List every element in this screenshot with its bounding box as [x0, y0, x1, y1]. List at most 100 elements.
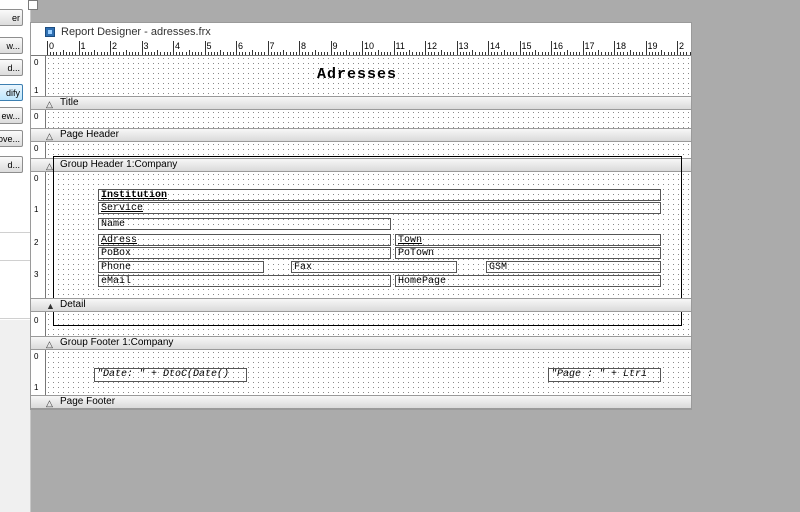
- ruler-tick: [308, 52, 310, 55]
- divider: [0, 260, 30, 261]
- ruler-tick: [402, 52, 404, 55]
- ruler-tick: [106, 52, 108, 55]
- band-bar-group-footer[interactable]: △ Group Footer 1:Company: [31, 336, 691, 350]
- ruler-mark: 4: [175, 41, 181, 51]
- side-button-7[interactable]: d...: [0, 156, 23, 173]
- ruler-tick: [576, 52, 578, 55]
- ruler-tick: [447, 52, 449, 55]
- toolbar-toggle[interactable]: [28, 0, 38, 10]
- ruler-tick: [276, 52, 278, 55]
- side-button-6[interactable]: ove...: [0, 130, 23, 147]
- ruler-tick: [201, 52, 203, 55]
- group-header-area: 0 1 2 3 Institution Service Name Adress …: [31, 156, 691, 314]
- vertical-ruler: 0: [31, 312, 46, 338]
- ruler-tick: [393, 41, 395, 55]
- ruler-tick: [604, 52, 606, 55]
- ruler-tick: [352, 52, 354, 55]
- ruler-tick: [91, 52, 93, 55]
- ruler-tick: [648, 52, 650, 55]
- ruler-tick: [538, 52, 540, 55]
- ruler-tick: [443, 52, 445, 55]
- ruler-tick: [302, 52, 304, 55]
- vruler-mark: 2: [34, 238, 39, 247]
- ruler-tick: [626, 52, 628, 55]
- ruler-tick: [358, 52, 360, 55]
- ruler-tick: [566, 50, 568, 55]
- ruler-mark: 2: [679, 41, 685, 51]
- ruler-tick: [623, 52, 625, 55]
- vertical-ruler: 0: [31, 110, 46, 128]
- ruler-tick: [283, 50, 285, 55]
- ruler-tick: [610, 52, 612, 55]
- side-button-2[interactable]: w...: [0, 37, 23, 54]
- band-bar-detail[interactable]: ▲ Detail: [31, 298, 691, 312]
- ruler-tick: [182, 52, 184, 55]
- band-bar-page-header[interactable]: △ Page Header: [31, 128, 691, 142]
- ruler-tick: [144, 52, 146, 55]
- ruler-mark: 5: [206, 41, 212, 51]
- ruler-mark: 18: [616, 41, 627, 51]
- ruler-tick: [138, 52, 140, 55]
- ruler-tick: [173, 41, 174, 55]
- ruler-tick: [305, 52, 307, 55]
- band-bar-page-footer[interactable]: △ Page Footer: [31, 395, 691, 409]
- ruler-mark: 13: [458, 41, 469, 51]
- ruler-tick: [632, 52, 634, 55]
- title-band-area: 0 1 Adresses: [31, 56, 691, 96]
- ruler-tick: [588, 52, 590, 55]
- side-button-1[interactable]: er: [0, 9, 23, 26]
- ruler-tick: [412, 52, 414, 55]
- band-bar-title[interactable]: △ Title: [31, 96, 691, 110]
- divider: [0, 318, 30, 319]
- ruler-tick: [327, 52, 329, 55]
- ruler-tick: [47, 41, 48, 55]
- title-bar: Report Designer - adresses.frx: [31, 23, 691, 41]
- ruler-tick: [62, 50, 64, 55]
- ruler-tick: [239, 52, 241, 55]
- ruler-tick: [204, 41, 206, 55]
- ruler-tick: [248, 52, 250, 55]
- detail-area: 0: [31, 312, 691, 338]
- field-date-expression[interactable]: "Date: " + DtoC(Date(): [94, 368, 247, 382]
- ruler-tick: [286, 52, 288, 55]
- vertical-ruler: 0 1 2 3: [31, 172, 46, 298]
- ruler-tick: [362, 41, 363, 55]
- ruler-tick: [280, 52, 282, 55]
- side-button-3[interactable]: d...: [0, 59, 23, 76]
- ruler-tick: [591, 52, 593, 55]
- ruler-tick: [97, 52, 99, 55]
- field-page-expression[interactable]: "Page : " + Ltri: [548, 368, 661, 382]
- vertical-ruler: 0: [31, 142, 46, 158]
- side-button-5[interactable]: ew...: [0, 107, 23, 124]
- ruler-tick: [428, 52, 430, 55]
- ruler-tick: [434, 52, 436, 55]
- ruler-mark: 0: [49, 41, 55, 51]
- ruler-tick: [229, 52, 231, 55]
- ruler-tick: [525, 52, 527, 55]
- ruler-tick: [639, 52, 641, 55]
- ruler-tick: [667, 52, 669, 55]
- band-label: Title: [60, 97, 79, 108]
- ruler-tick: [210, 52, 212, 55]
- ruler-tick: [232, 52, 234, 55]
- ruler-tick: [132, 52, 134, 55]
- ruler-tick: [365, 52, 367, 55]
- ruler-tick: [270, 52, 272, 55]
- ruler-tick: [81, 52, 83, 55]
- ruler-tick: [406, 52, 408, 55]
- vertical-ruler: 0 1: [31, 350, 46, 395]
- vruler-mark: 3: [34, 270, 39, 279]
- ruler-tick: [371, 52, 373, 55]
- ruler-tick: [242, 52, 244, 55]
- ruler-tick: [459, 52, 461, 55]
- ruler-tick: [636, 52, 638, 55]
- side-button-4[interactable]: dify: [0, 84, 23, 101]
- ruler-tick: [330, 41, 332, 55]
- ruler-tick: [456, 41, 458, 55]
- ruler-tick: [317, 52, 319, 55]
- ruler-tick: [273, 52, 275, 55]
- vruler-mark: 0: [34, 58, 39, 67]
- band-label: Page Footer: [60, 396, 116, 407]
- ruler-tick: [601, 52, 603, 55]
- report-title[interactable]: Adresses: [317, 66, 397, 83]
